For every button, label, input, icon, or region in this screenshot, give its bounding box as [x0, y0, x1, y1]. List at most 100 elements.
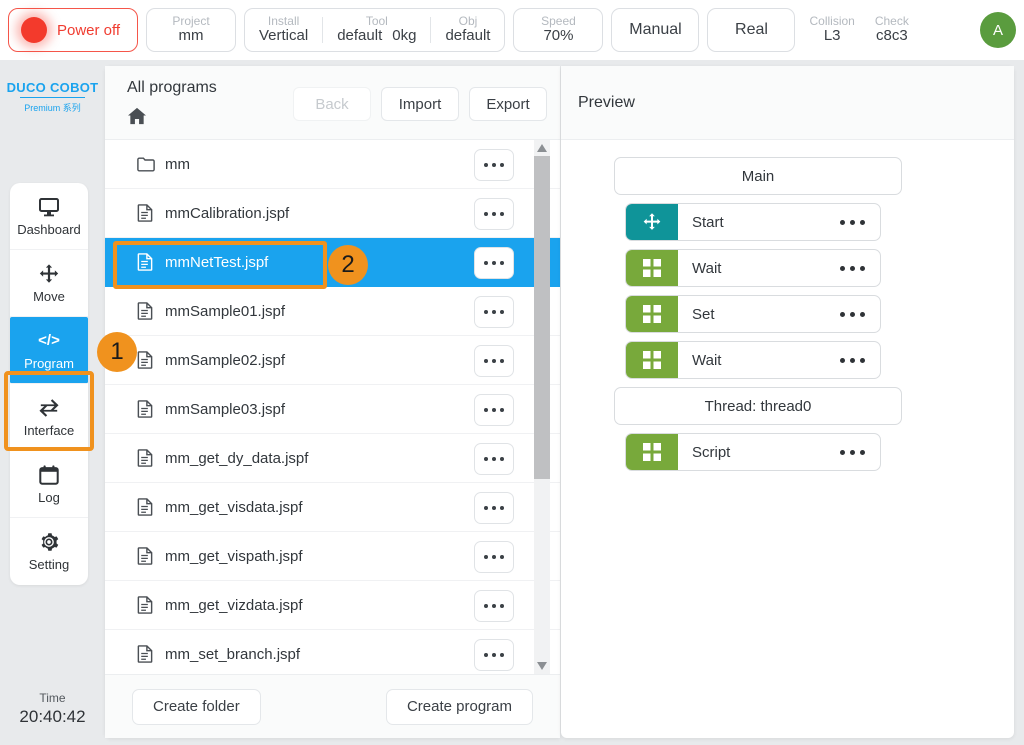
mode-toggle-button[interactable]: Manual [611, 8, 700, 52]
scrollbar-thumb[interactable] [534, 156, 550, 479]
program-list-row[interactable]: mm_get_dy_data.jspf [105, 434, 560, 483]
preview-node-block[interactable]: Set [625, 295, 881, 333]
move-arrows-icon [626, 204, 678, 240]
program-list-row[interactable]: mm_get_vizdata.jspf [105, 581, 560, 630]
list-scrollbar[interactable] [534, 140, 550, 674]
project-selector[interactable]: Project mm [146, 8, 236, 52]
speed-selector[interactable]: Speed 70% [513, 8, 604, 52]
programs-title: All programs [127, 79, 217, 96]
preview-node-more-button[interactable] [840, 265, 865, 271]
user-avatar[interactable]: A [980, 12, 1016, 48]
sidebar-item-log[interactable]: Log [10, 451, 88, 518]
create-folder-button[interactable]: Create folder [132, 688, 261, 725]
program-list-row[interactable]: mm_get_visdata.jspf [105, 483, 560, 532]
obj-value: default [445, 27, 491, 45]
obj-selector[interactable]: Obj default [431, 14, 504, 45]
sidebar-item-label: Setting [28, 557, 70, 572]
program-list-row[interactable]: mm [105, 140, 560, 189]
left-sidebar: DUCO COBOT Premium 系列 Dashboard Move </> [0, 60, 105, 745]
scroll-up-icon[interactable] [534, 140, 550, 156]
row-more-button[interactable] [474, 198, 514, 230]
row-more-button[interactable] [474, 247, 514, 279]
sidebar-item-dashboard[interactable]: Dashboard [10, 183, 88, 250]
file-icon [137, 351, 165, 369]
preview-node-more-button[interactable] [840, 449, 865, 455]
scroll-down-icon[interactable] [534, 658, 550, 674]
programs-panel-footer: Create folder Create program [105, 674, 560, 738]
preview-node-more-button[interactable] [840, 219, 865, 225]
program-list-row[interactable]: mmSample01.jspf [105, 287, 560, 336]
file-icon [137, 449, 165, 467]
sidebar-item-label: Log [38, 489, 60, 505]
preview-thread-block[interactable]: Thread: thread0 [614, 387, 902, 425]
row-more-button[interactable] [474, 296, 514, 328]
export-button[interactable]: Export [469, 87, 547, 121]
grid-icon [626, 342, 678, 378]
mode-label: Manual [629, 21, 682, 38]
program-list-row[interactable]: mm_set_branch.jspf [105, 630, 560, 674]
sidebar-item-label: Move [33, 288, 65, 304]
exchange-icon [38, 397, 60, 419]
sidebar-item-program[interactable]: </> Program [10, 317, 88, 384]
program-name: mmSample01.jspf [165, 302, 286, 320]
step-badge-2: 2 [328, 245, 368, 285]
preview-node-block[interactable]: Script [625, 433, 881, 471]
row-more-button[interactable] [474, 394, 514, 426]
tool-selector[interactable]: Tool default 0kg [323, 13, 430, 45]
power-indicator-icon [21, 17, 47, 43]
file-icon [137, 253, 165, 271]
preview-node-more-button[interactable] [840, 357, 865, 363]
preview-node-more-button[interactable] [840, 311, 865, 317]
install-tool-obj-group[interactable]: Install Vertical Tool default 0kg Obj de… [244, 8, 506, 52]
row-more-button[interactable] [474, 590, 514, 622]
power-off-button[interactable]: Power off [8, 8, 138, 52]
avatar-initial: A [992, 21, 1003, 39]
row-more-button[interactable] [474, 639, 514, 671]
sidebar-item-move[interactable]: Move [10, 250, 88, 317]
row-more-button[interactable] [474, 149, 514, 181]
program-list-row[interactable]: mmCalibration.jspf [105, 189, 560, 238]
home-icon[interactable] [127, 107, 147, 130]
create-program-button[interactable]: Create program [385, 688, 533, 725]
program-name: mmCalibration.jspf [165, 204, 290, 222]
program-list-row[interactable]: mmSample02.jspf [105, 336, 560, 385]
back-button[interactable]: Back [293, 87, 371, 121]
program-list-row[interactable]: mm_get_vispath.jspf [105, 532, 560, 581]
grid-icon [626, 296, 678, 332]
sidebar-item-interface[interactable]: Interface [10, 384, 88, 451]
sidebar-item-label: Program [24, 355, 74, 371]
file-icon [137, 204, 165, 222]
preview-panel: Preview Main Start Wait Set Wait Thread: thre… [561, 66, 1014, 738]
logo-primary-text: DUCO COBOT [6, 80, 99, 95]
time-label: Time [39, 690, 66, 705]
grid-icon [626, 250, 678, 286]
preview-node-block[interactable]: Start [625, 203, 881, 241]
programs-list: mm mmCalibration.jspf mmNetTest.jspf mmSamp… [105, 140, 560, 674]
real-label: Real [735, 21, 768, 38]
speed-value: 70% [543, 27, 574, 45]
program-name: mm_get_vispath.jspf [165, 547, 303, 565]
row-more-button[interactable] [474, 492, 514, 524]
row-more-button[interactable] [474, 541, 514, 573]
tool-label: Tool [365, 13, 388, 28]
install-selector[interactable]: Install Vertical [245, 14, 322, 45]
sidebar-item-label: Interface [23, 422, 75, 438]
sidebar-item-label: Dashboard [17, 221, 81, 237]
row-more-button[interactable] [474, 345, 514, 377]
preview-main-block[interactable]: Main [614, 157, 902, 195]
import-button[interactable]: Import [381, 87, 459, 121]
install-value: Vertical [259, 27, 309, 45]
sidebar-item-setting[interactable]: Setting [10, 518, 88, 585]
program-list-row[interactable]: mmSample03.jspf [105, 385, 560, 434]
speed-label: Speed [541, 13, 576, 28]
check-label: Check [874, 13, 909, 28]
program-name: mm_get_vizdata.jspf [165, 596, 303, 614]
project-label: Project [172, 13, 210, 28]
file-icon [137, 498, 165, 516]
program-name: mm_set_branch.jspf [165, 645, 301, 663]
preview-node-label: Set [692, 305, 715, 323]
preview-node-block[interactable]: Wait [625, 249, 881, 287]
preview-node-block[interactable]: Wait [625, 341, 881, 379]
real-sim-toggle-button[interactable]: Real [707, 8, 796, 52]
row-more-button[interactable] [474, 443, 514, 475]
